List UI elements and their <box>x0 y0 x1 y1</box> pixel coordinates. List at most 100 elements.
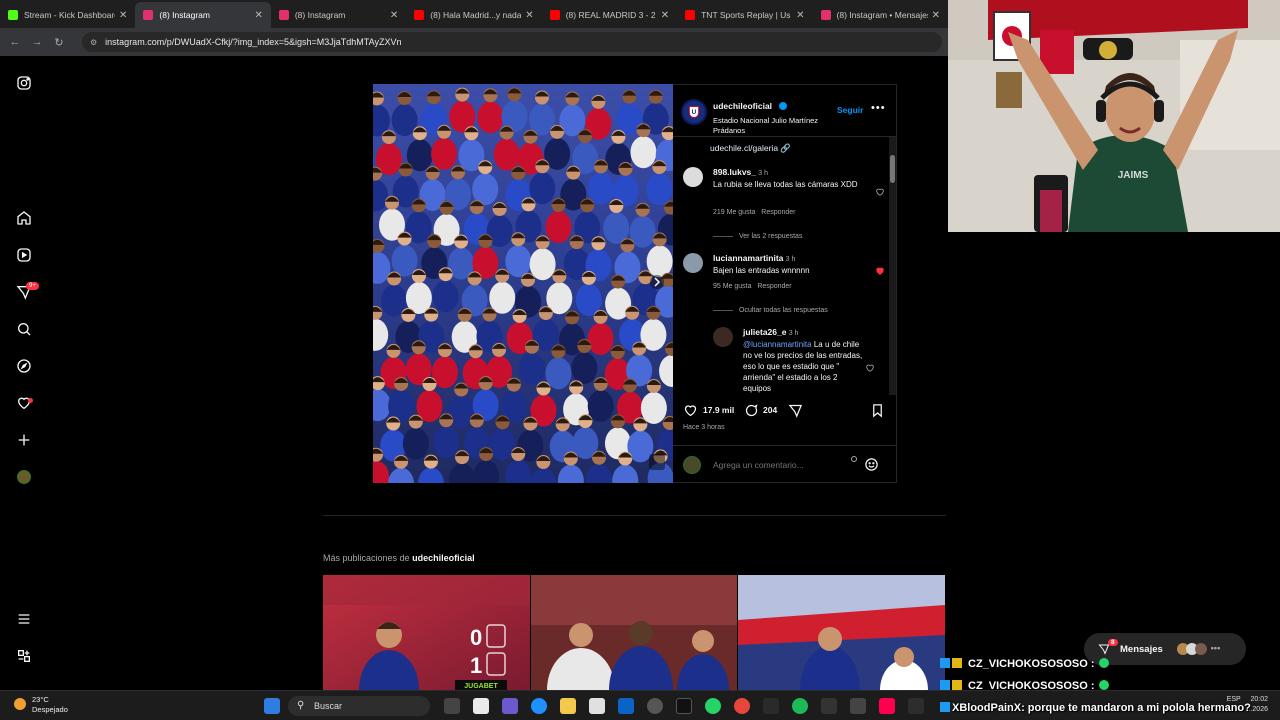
chat-badge-icon <box>940 702 950 712</box>
browser-tab[interactable]: Stream - Kick Dashboard ✕ <box>0 2 135 28</box>
weather-sun-icon[interactable] <box>14 698 26 710</box>
taskbar-search[interactable]: ⚲ Buscar <box>288 696 430 716</box>
reels-icon[interactable] <box>14 245 34 265</box>
author-block: udechileoficial Estadio Nacional Julio M… <box>713 96 833 136</box>
comment-username[interactable]: luciannamartinita <box>713 253 783 263</box>
browser-toolbar: ← → ↻ ⚙ instagram.com/p/DWUadX-Cfkj/?img… <box>0 28 948 56</box>
threads-apps-icon[interactable] <box>14 646 34 666</box>
more-post-thumbnail[interactable]: 0 1 JUGABET <box>323 575 530 690</box>
tab-close-icon[interactable]: ✕ <box>254 10 262 21</box>
more-posts-account[interactable]: udechileoficial <box>412 553 475 563</box>
post-photo[interactable] <box>373 84 673 483</box>
author-avatar[interactable]: U <box>681 99 707 125</box>
app-icon[interactable] <box>763 698 779 714</box>
browser-tab[interactable]: TNT Sports Replay | Us ✕ <box>677 2 812 28</box>
more-options-icon[interactable]: ••• <box>871 102 886 114</box>
tab-close-icon[interactable]: ✕ <box>796 10 804 21</box>
more-post-thumbnail[interactable] <box>531 575 737 690</box>
tab-close-icon[interactable]: ✕ <box>525 10 533 21</box>
comment-avatar[interactable] <box>683 253 703 273</box>
comments-scrollbar[interactable] <box>889 137 896 395</box>
tiktok-live-icon[interactable] <box>879 698 895 714</box>
reply-button[interactable]: Responder <box>757 283 791 290</box>
comment-mention[interactable]: @luciannamartinita <box>743 340 812 349</box>
chat-username[interactable]: XBloodPainX <box>952 702 1021 714</box>
comment-avatar[interactable] <box>713 327 733 347</box>
browser-tab[interactable]: (8) Instagram • Mensajes ✕ <box>813 2 948 28</box>
emoji-smiley-icon[interactable] <box>864 457 879 472</box>
app-icon[interactable] <box>908 698 924 714</box>
spotify-icon[interactable] <box>792 698 808 714</box>
chat-username[interactable]: CZ_VICHOKOSOSOSO <box>968 658 1088 670</box>
like-heart-icon[interactable] <box>683 403 698 418</box>
obs-icon[interactable] <box>821 698 837 714</box>
file-explorer-icon[interactable] <box>560 698 576 714</box>
back-arrow-icon[interactable]: ← <box>4 36 26 48</box>
site-info-icon[interactable]: ⚙ <box>90 38 97 47</box>
comment-likes[interactable]: 95 Me gusta <box>713 283 752 290</box>
post-location[interactable]: Estadio Nacional Julio Martínez Prádanos <box>713 116 833 136</box>
comment-bubble-icon[interactable] <box>744 403 759 418</box>
post-actions: 17.9 mil 204 Hace 3 horas <box>673 397 897 437</box>
app-icon[interactable] <box>850 698 866 714</box>
instagram-sidebar: 9+ <box>0 56 48 690</box>
tab-close-icon[interactable]: ✕ <box>932 10 940 21</box>
profile-avatar[interactable] <box>14 467 34 487</box>
copilot-icon[interactable] <box>502 698 518 714</box>
more-post-thumbnail[interactable] <box>738 575 945 690</box>
share-send-icon[interactable] <box>788 403 803 418</box>
comment-input[interactable] <box>713 458 843 472</box>
view-replies-button[interactable]: Ver las 2 respuestas <box>713 233 802 240</box>
search-icon[interactable] <box>14 319 34 339</box>
tiktok-icon[interactable] <box>676 698 692 714</box>
outlook-icon[interactable] <box>618 698 634 714</box>
settings-gear-icon[interactable] <box>647 698 663 714</box>
like-count[interactable]: 17.9 mil <box>703 405 734 415</box>
follow-button[interactable]: Seguir <box>837 105 863 115</box>
comment-username[interactable]: 898.lukvs_ <box>713 167 756 177</box>
comment-count[interactable]: 204 <box>763 405 777 415</box>
weather-widget[interactable]: 23°C Despejado <box>32 695 68 715</box>
browser-tab[interactable]: (8) REAL MADRID 3 - 2 ATL ✕ <box>542 2 677 28</box>
caption-link[interactable]: udechile.cl/galeria 🔗 <box>710 143 791 154</box>
home-icon[interactable] <box>14 208 34 228</box>
scrollbar-thumb[interactable] <box>890 155 895 183</box>
chrome-icon[interactable] <box>734 698 750 714</box>
edge-icon[interactable] <box>531 698 547 714</box>
store-icon[interactable] <box>589 698 605 714</box>
reload-icon[interactable]: ↻ <box>48 36 70 49</box>
tab-close-icon[interactable]: ✕ <box>119 10 127 21</box>
task-view-icon[interactable] <box>444 698 460 714</box>
explore-compass-icon[interactable] <box>14 356 34 376</box>
address-bar[interactable]: ⚙ instagram.com/p/DWUadX-Cfkj/?img_index… <box>82 32 942 52</box>
forward-arrow-icon[interactable]: → <box>26 36 48 48</box>
browser-tab[interactable]: (8) Instagram ✕ <box>271 2 406 28</box>
comment-like-icon[interactable] <box>875 187 885 197</box>
app-icon[interactable] <box>473 698 489 714</box>
tab-close-icon[interactable]: ✕ <box>661 10 669 21</box>
menu-hamburger-icon[interactable] <box>14 609 34 629</box>
save-bookmark-icon[interactable] <box>870 403 885 418</box>
comment-item: luciannamartinita 3 h Bajen las entradas… <box>683 253 885 303</box>
current-user-avatar[interactable] <box>683 456 701 474</box>
tab-label: TNT Sports Replay | Us <box>701 10 791 20</box>
tab-close-icon[interactable]: ✕ <box>390 10 398 21</box>
browser-tab[interactable]: (8) Instagram ✕ <box>135 2 271 28</box>
notifications-heart-icon[interactable] <box>14 393 34 413</box>
whatsapp-icon[interactable] <box>705 698 721 714</box>
comment-username[interactable]: julieta26_e <box>743 327 786 337</box>
comments-list[interactable]: udechile.cl/galeria 🔗 898.lukvs_ 3 h La … <box>673 137 889 395</box>
chat-message: XBloodPainX: porque te mandaron a mi pol… <box>940 702 1251 714</box>
create-plus-icon[interactable] <box>14 430 34 450</box>
chat-badge-icon <box>952 680 962 690</box>
comment-liked-heart-icon[interactable] <box>875 266 885 276</box>
comment-like-icon[interactable] <box>865 363 875 373</box>
hide-replies-button[interactable]: Ocultar todas las respuestas <box>713 307 828 314</box>
windows-start-icon[interactable] <box>264 698 280 714</box>
instagram-logo-icon[interactable] <box>14 73 34 93</box>
browser-tab[interactable]: (8) Hala Madrid...y nada más✕ <box>406 2 541 28</box>
comment-likes[interactable]: 219 Me gusta <box>713 209 755 216</box>
author-username[interactable]: udechileoficial <box>713 101 772 111</box>
reply-button[interactable]: Responder <box>761 209 795 216</box>
comment-avatar[interactable] <box>683 167 703 187</box>
